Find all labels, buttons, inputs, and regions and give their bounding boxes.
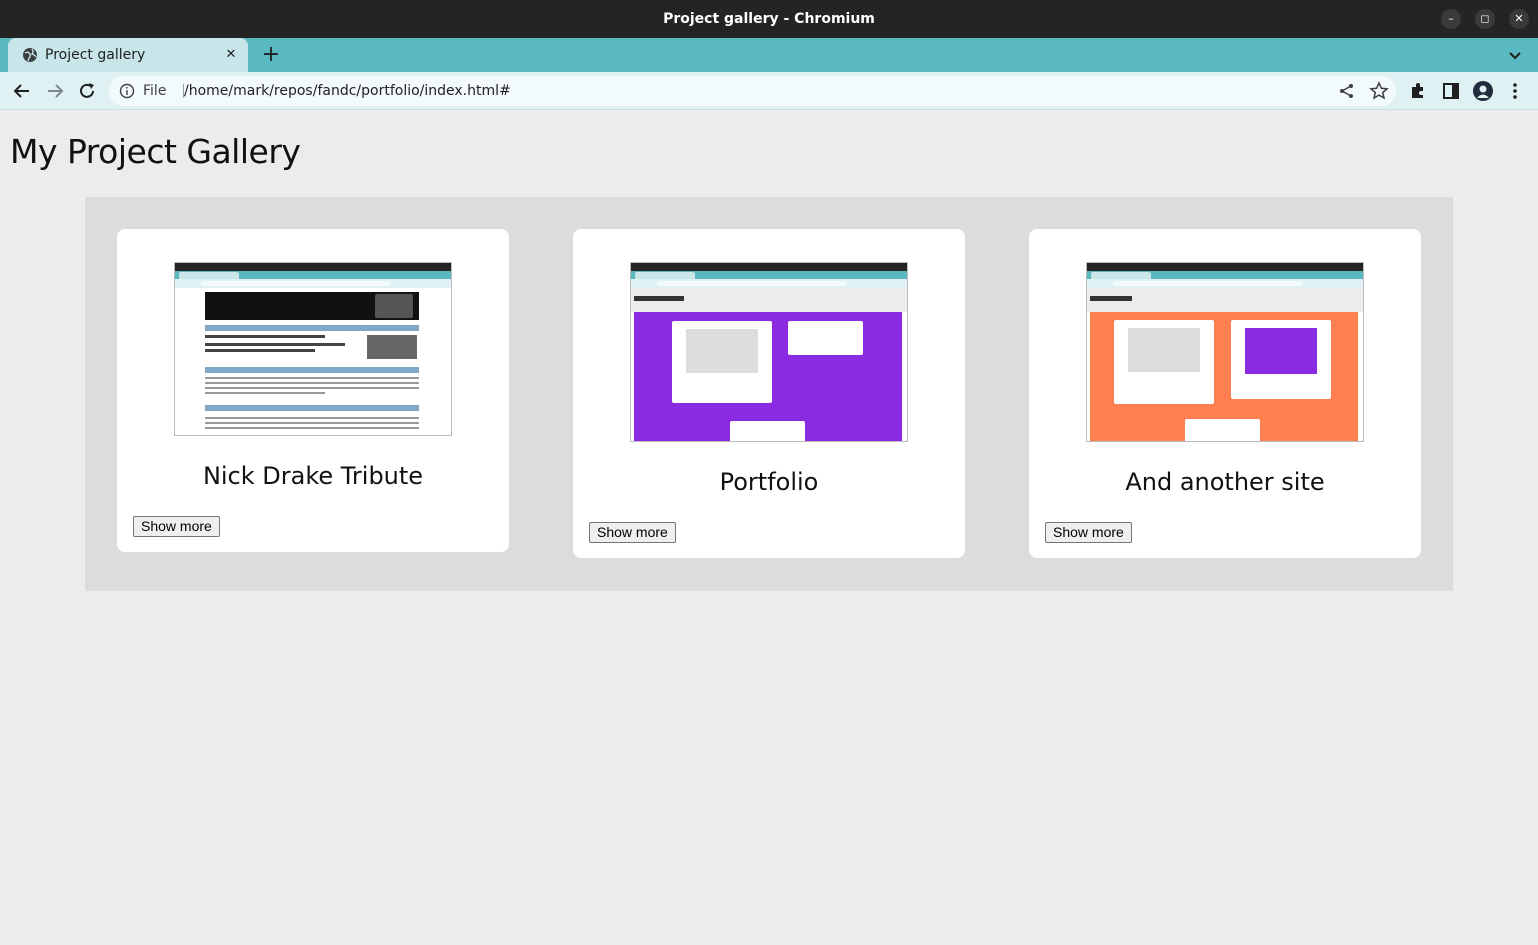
window-titlebar: Project gallery - Chromium – ◻ ✕ bbox=[0, 0, 1538, 38]
more-menu-icon[interactable] bbox=[1505, 81, 1525, 101]
forward-arrow-icon[interactable] bbox=[45, 81, 65, 101]
maximize-icon[interactable]: ◻ bbox=[1475, 9, 1495, 29]
card-title: And another site bbox=[1125, 468, 1325, 496]
share-icon[interactable] bbox=[1337, 81, 1357, 101]
address-bar[interactable]: File /home/mark/repos/fandc/portfolio/in… bbox=[109, 76, 1396, 106]
info-icon[interactable] bbox=[119, 83, 135, 99]
card-title: Nick Drake Tribute bbox=[202, 462, 424, 490]
back-arrow-icon[interactable] bbox=[12, 81, 32, 101]
project-gallery: Nick Drake Tribute Show more Portfolio S… bbox=[85, 197, 1453, 591]
tab-close-icon[interactable]: ✕ bbox=[222, 46, 240, 64]
project-thumbnail[interactable] bbox=[630, 262, 908, 442]
extensions-puzzle-icon[interactable] bbox=[1408, 81, 1428, 101]
window-title: Project gallery - Chromium bbox=[663, 11, 875, 27]
card-title: Portfolio bbox=[719, 468, 819, 496]
browser-toolbar: File /home/mark/repos/fandc/portfolio/in… bbox=[0, 72, 1538, 110]
tab-title: Project gallery bbox=[45, 47, 146, 63]
show-more-button[interactable]: Show more bbox=[133, 516, 220, 537]
tab-search-chevron-icon[interactable] bbox=[1506, 46, 1524, 64]
tab-project-gallery[interactable]: Project gallery ✕ bbox=[8, 38, 248, 72]
close-window-icon[interactable]: ✕ bbox=[1509, 9, 1529, 29]
project-card-nick-drake: Nick Drake Tribute Show more bbox=[117, 229, 509, 552]
page-title: My Project Gallery bbox=[10, 132, 301, 171]
minimize-icon[interactable]: – bbox=[1441, 9, 1461, 29]
globe-icon bbox=[23, 48, 37, 62]
tab-strip: Project gallery ✕ + bbox=[0, 38, 1538, 72]
show-more-button[interactable]: Show more bbox=[589, 522, 676, 543]
profile-avatar-icon[interactable] bbox=[1473, 81, 1493, 101]
side-panel-icon[interactable] bbox=[1441, 81, 1461, 101]
url-scheme-label: File bbox=[143, 83, 167, 99]
show-more-button[interactable]: Show more bbox=[1045, 522, 1132, 543]
project-thumbnail[interactable] bbox=[1086, 262, 1364, 442]
project-card-portfolio: Portfolio Show more bbox=[573, 229, 965, 558]
new-tab-button[interactable]: + bbox=[258, 42, 284, 68]
project-thumbnail[interactable] bbox=[174, 262, 452, 436]
person-icon bbox=[1477, 85, 1489, 98]
project-card-another-site: And another site Show more bbox=[1029, 229, 1421, 558]
url-text[interactable]: /home/mark/repos/fandc/portfolio/index.h… bbox=[184, 76, 511, 106]
bookmark-star-icon[interactable] bbox=[1369, 81, 1389, 101]
reload-icon[interactable] bbox=[77, 81, 97, 101]
